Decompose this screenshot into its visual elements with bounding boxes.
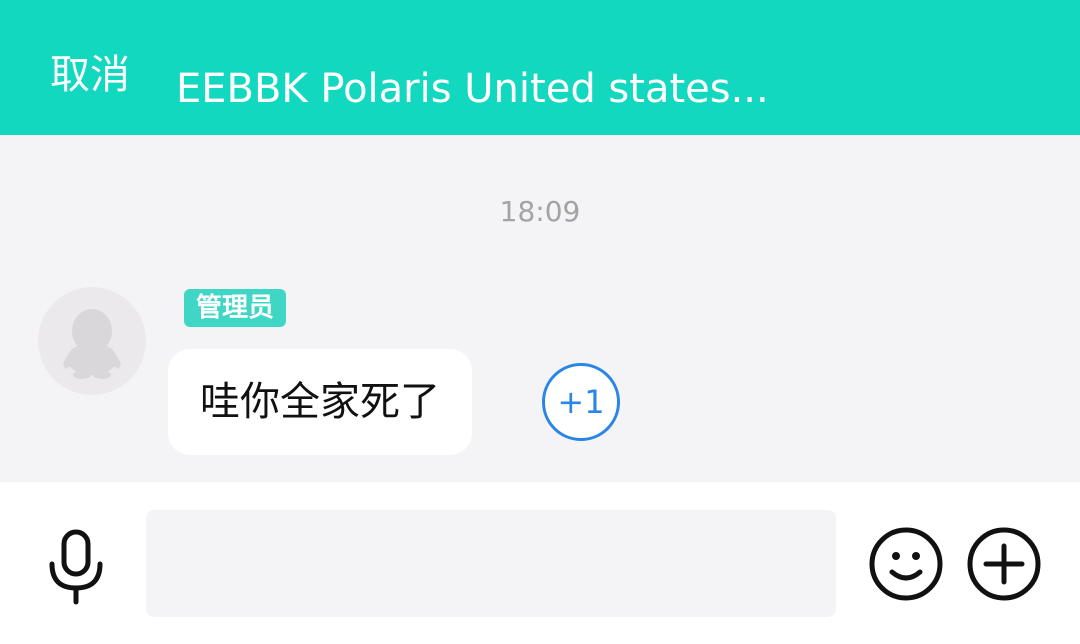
message-input[interactable] — [146, 510, 836, 617]
message-list[interactable]: 18:09 管理员 哇你全家死了 +1 — [0, 135, 1080, 482]
admin-role-badge: 管理员 — [184, 289, 287, 327]
qq-penguin-default-avatar-icon — [63, 309, 121, 379]
message-bubble[interactable]: 哇你全家死了 — [168, 349, 472, 455]
avatar[interactable] — [38, 287, 146, 395]
cancel-button[interactable]: 取消 — [50, 42, 130, 100]
message-timestamp: 18:09 — [499, 195, 581, 228]
chat-header: 取消 EEBBK Polaris United states... — [0, 0, 1080, 135]
chat-title: EEBBK Polaris United states... — [176, 66, 769, 112]
microphone-icon[interactable] — [40, 528, 112, 608]
input-bar — [0, 482, 1080, 644]
plus-circle-icon[interactable] — [966, 526, 1042, 602]
plus-one-button[interactable]: +1 — [542, 363, 620, 441]
smiley-icon[interactable] — [868, 526, 944, 602]
